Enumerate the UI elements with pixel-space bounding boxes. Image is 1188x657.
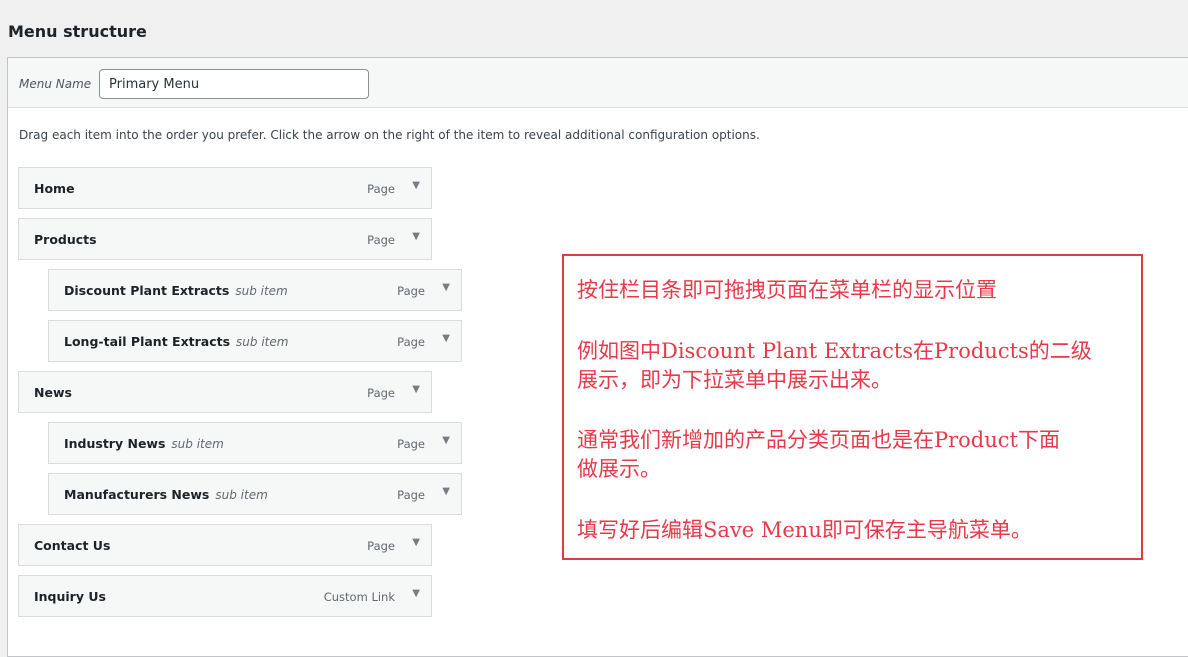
annotation-line: 按住栏目条即可拖拽页面在菜单栏的显示位置 — [577, 278, 997, 302]
menu-item-title: Contact Us — [34, 538, 110, 553]
menu-item[interactable]: Discount Plant Extracts sub item Page ▼ — [48, 269, 462, 311]
menu-item-title-text: Home — [34, 181, 75, 196]
triangle-down-icon[interactable]: ▼ — [442, 333, 450, 344]
menu-item-title-text: Discount Plant Extracts — [64, 283, 230, 298]
annotation-line: 展示，即为下拉菜单中展示出来。 — [577, 368, 892, 392]
menu-item[interactable]: Long-tail Plant Extracts sub item Page ▼ — [48, 320, 462, 362]
menu-item[interactable]: Products Page ▼ — [18, 218, 432, 260]
menu-item-title: Long-tail Plant Extracts sub item — [64, 334, 288, 349]
menu-item-title: Products — [34, 232, 97, 247]
menu-item-title: Industry News sub item — [64, 436, 224, 451]
menu-item-title-text: Products — [34, 232, 97, 247]
menu-item-type: Page — [397, 284, 425, 298]
menu-item-type: Page — [367, 233, 395, 247]
menu-item-title: Discount Plant Extracts sub item — [64, 283, 288, 298]
menu-item-type: Page — [397, 437, 425, 451]
menu-item-title: Home — [34, 181, 75, 196]
menu-item[interactable]: Inquiry Us Custom Link ▼ — [18, 575, 432, 617]
menu-item-type: Page — [397, 488, 425, 502]
sub-item-label: sub item — [235, 284, 288, 298]
annotation-line: 通常我们新增加的产品分类页面也是在Product下面 — [577, 428, 1060, 452]
triangle-down-icon[interactable]: ▼ — [442, 435, 450, 446]
menu-item-title-text: News — [34, 385, 72, 400]
menu-item-title: Manufacturers News sub item — [64, 487, 268, 502]
menu-item-type: Page — [367, 182, 395, 196]
menu-item[interactable]: News Page ▼ — [18, 371, 432, 413]
menu-item-type: Page — [367, 386, 395, 400]
sub-item-label: sub item — [215, 488, 268, 502]
menu-item-title-text: Industry News — [64, 436, 166, 451]
menu-item-title: Inquiry Us — [34, 589, 106, 604]
menu-item[interactable]: Industry News sub item Page ▼ — [48, 422, 462, 464]
sub-item-label: sub item — [236, 335, 289, 349]
menu-item-title-text: Inquiry Us — [34, 589, 106, 604]
triangle-down-icon[interactable]: ▼ — [442, 486, 450, 497]
menu-item-type: Page — [397, 335, 425, 349]
triangle-down-icon[interactable]: ▼ — [412, 231, 420, 242]
menu-header: Menu Name — [8, 58, 1188, 108]
triangle-down-icon[interactable]: ▼ — [412, 384, 420, 395]
menu-item-title-text: Manufacturers News — [64, 487, 210, 502]
menu-item-type: Page — [367, 539, 395, 553]
menu-item-title-text: Contact Us — [34, 538, 111, 553]
menu-name-label: Menu Name — [19, 77, 92, 91]
sub-item-label: sub item — [171, 437, 224, 451]
triangle-down-icon[interactable]: ▼ — [412, 180, 420, 191]
annotation-line: 填写好后编辑Save Menu即可保存主导航菜单。 — [577, 518, 1032, 542]
annotation-box: 按住栏目条即可拖拽页面在菜单栏的显示位置 例如图中Discount Plant … — [562, 254, 1143, 560]
menu-name-input[interactable] — [99, 69, 369, 99]
instructions: Drag each item into the order you prefer… — [19, 128, 760, 142]
menu-item-type: Custom Link — [323, 590, 395, 604]
annotation-line: 例如图中Discount Plant Extracts在Products的二级 — [577, 339, 1092, 363]
menu-item-title-text: Long-tail Plant Extracts — [64, 334, 231, 349]
menu-item[interactable]: Contact Us Page ▼ — [18, 524, 432, 566]
menu-item-title: News — [34, 385, 72, 400]
annotation-line: 做展示。 — [577, 457, 661, 481]
triangle-down-icon[interactable]: ▼ — [442, 282, 450, 293]
triangle-down-icon[interactable]: ▼ — [412, 537, 420, 548]
menu-item[interactable]: Home Page ▼ — [18, 167, 432, 209]
menu-item[interactable]: Manufacturers News sub item Page ▼ — [48, 473, 462, 515]
triangle-down-icon[interactable]: ▼ — [412, 588, 420, 599]
page-title: Menu structure — [8, 22, 147, 41]
